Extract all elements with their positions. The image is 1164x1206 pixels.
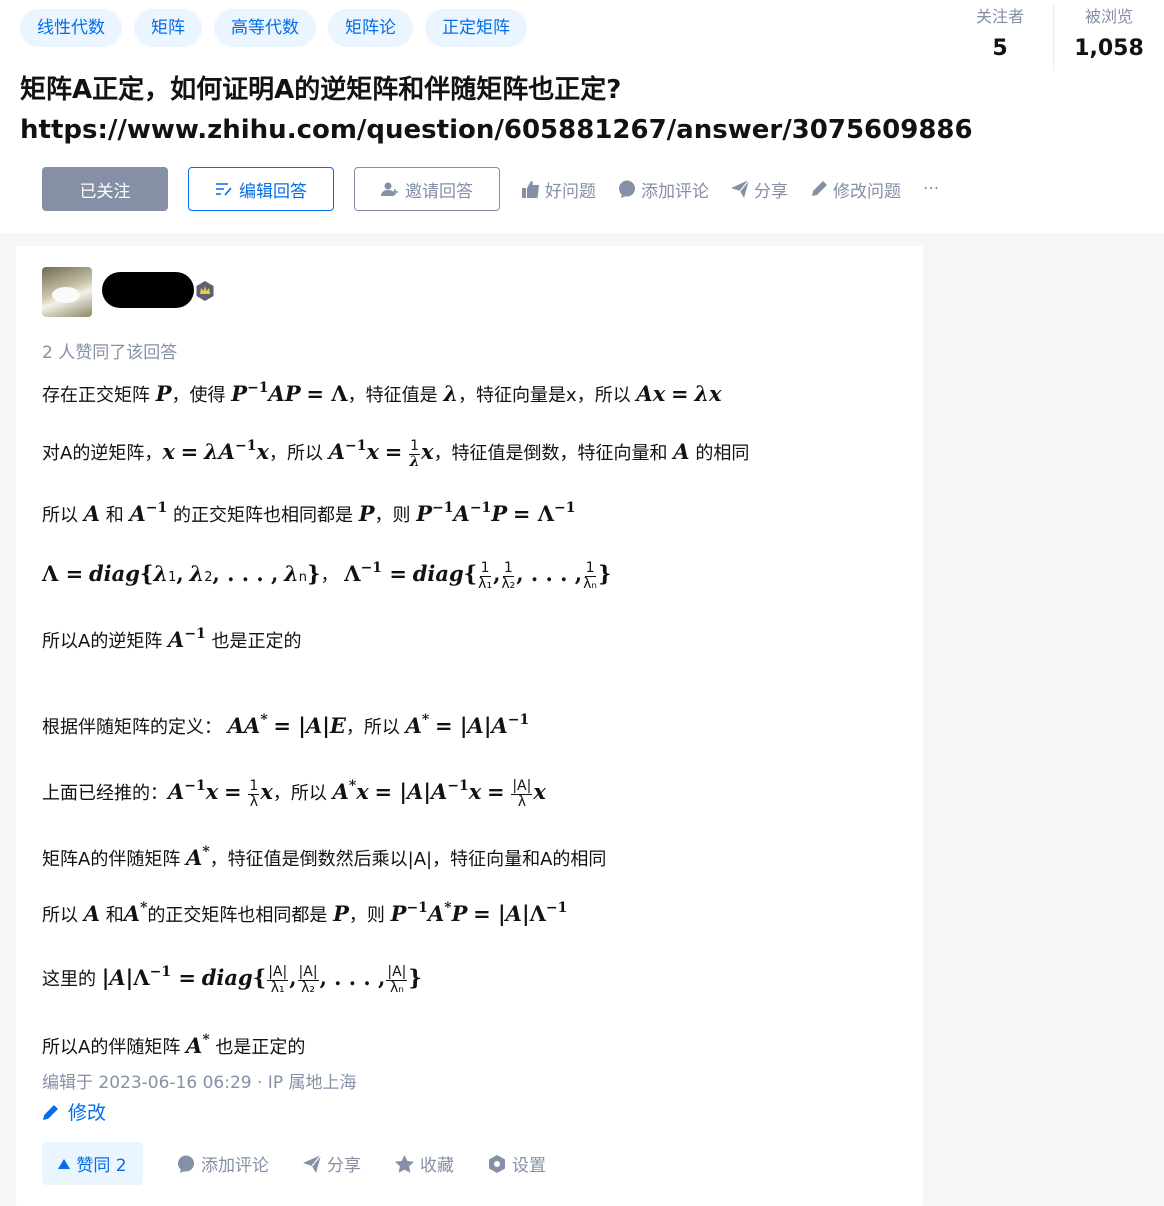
comment-icon [178, 1155, 194, 1173]
modify-answer-link[interactable]: 修改 [42, 1098, 106, 1125]
follow-button[interactable]: 已关注 [42, 167, 168, 211]
collect-button[interactable]: 收藏 [395, 1151, 454, 1176]
settings-label: 设置 [512, 1156, 546, 1176]
invite-user-icon [381, 182, 398, 196]
collect-label: 收藏 [420, 1156, 454, 1176]
modify-answer-label: 修改 [68, 1102, 107, 1124]
answer-paragraph: 这里的 |A|Λ−1 = diag{|A| λ₁, |A| λ₂, . . . , |A… [42, 963, 422, 996]
settings-button[interactable]: 设置 [488, 1151, 546, 1176]
stat-value: 5 [992, 36, 1008, 61]
answer-paragraph: 所以A的逆矩阵 A−1 也是正定的 [42, 626, 302, 652]
answer-share-label: 分享 [327, 1156, 361, 1176]
answer-paragraph: 存在正交矩阵 P，使得 P−1AP = Λ，特征值是 λ，特征向量是x，所以 A… [42, 380, 722, 406]
add-comment-label: 添加评论 [641, 181, 709, 202]
question-actions: 已关注 编辑回答 邀请回答 好问题 添加评论 分享 修改问题 ··· [42, 167, 939, 211]
modify-question-button[interactable]: 修改问题 [810, 177, 901, 202]
stat-label: 被浏览 [1084, 7, 1133, 26]
topic-tag[interactable]: 矩阵 [134, 9, 202, 47]
edit-answer-label: 编辑回答 [239, 181, 307, 202]
answer-footer-actions: 赞同 2 添加评论 分享 收藏 设置 [42, 1142, 546, 1185]
answer-paragraph: 根据伴随矩阵的定义： AA* = |A|E，所以 A* = |A|A−1 [42, 712, 530, 738]
stat-label: 关注者 [975, 7, 1024, 26]
topic-tag[interactable]: 正定矩阵 [425, 9, 527, 47]
author-name-redacted [102, 272, 194, 308]
edit-timestamp: 编辑于 2023-06-16 06:29 · IP 属地上海 [42, 1073, 357, 1093]
author-avatar[interactable] [42, 267, 92, 317]
stat-value: 1,058 [1074, 36, 1144, 61]
pencil-icon [43, 1104, 58, 1120]
triangle-up-icon [58, 1158, 71, 1169]
answer-card: 2 人赞同了该回答 存在正交矩阵 P，使得 P−1AP = Λ，特征值是 λ，特… [16, 246, 923, 1206]
modify-question-label: 修改问题 [833, 181, 901, 202]
answer-comment-button[interactable]: 添加评论 [177, 1151, 269, 1176]
answer-paragraph: 上面已经推的：A−1x = 1 λ x，所以 A*x = |A|A−1x = |A|… [42, 777, 546, 810]
answer-paragraph: Λ = diag{λ1, λ2, . . . , λn}， Λ−1 = diag… [42, 559, 612, 592]
answer-paragraph: 所以 A 和A*的正交矩阵也相同都是 P，则 P−1A*P = |A|Λ−1 [42, 900, 568, 926]
question-title-text: 矩阵A正定，如何证明A的逆矩阵和伴随矩阵也正定? [20, 75, 622, 105]
topic-tag[interactable]: 线性代数 [20, 9, 122, 47]
answer-paragraph: 矩阵A的伴随矩阵 A*，特征值是倒数然后乘以|A|，特征向量和A的相同 [42, 844, 607, 870]
share-label: 分享 [754, 181, 788, 202]
answer-paragraph: 对A的逆矩阵，x = λA−1x，所以 A−1x = 1 λ x，特征值是倒数，特征… [42, 437, 750, 470]
edit-answer-button[interactable]: 编辑回答 [188, 167, 334, 211]
pencil-icon [812, 181, 827, 196]
settings-hexagon-icon [489, 1154, 505, 1173]
star-icon [395, 1154, 414, 1173]
good-question-button[interactable]: 好问题 [522, 177, 596, 202]
more-options-button[interactable]: ··· [923, 179, 939, 199]
invite-answer-button[interactable]: 邀请回答 [354, 167, 500, 211]
thumbs-up-icon [522, 180, 539, 198]
answer-share-button[interactable]: 分享 [303, 1151, 361, 1176]
share-icon [303, 1154, 321, 1173]
share-icon [731, 180, 749, 198]
good-question-label: 好问题 [545, 181, 596, 202]
follow-button-label: 已关注 [79, 181, 131, 202]
more-options-icon: ··· [923, 179, 940, 199]
topic-tag[interactable]: 矩阵论 [328, 9, 413, 47]
views-stat: 被浏览 1,058 [1054, 4, 1164, 70]
topic-tag[interactable]: 高等代数 [214, 9, 316, 47]
answer-paragraph: 所以A的伴随矩阵 A* 也是正定的 [42, 1032, 306, 1058]
question-title-url: https://www.zhihu.com/question/605881267… [20, 115, 973, 145]
upvoters-count: 2 人赞同了该回答 [42, 343, 178, 363]
question-header: 线性代数 矩阵 高等代数 矩阵论 正定矩阵 关注者 5 被浏览 1,058 矩阵… [0, 0, 1164, 233]
share-button[interactable]: 分享 [731, 177, 788, 202]
invite-answer-label: 邀请回答 [405, 181, 473, 202]
question-title: 矩阵A正定，如何证明A的逆矩阵和伴随矩阵也正定? https://www.zhi… [20, 70, 1020, 150]
answer-paragraph: 所以 A 和 A−1 的正交矩阵也相同都是 P，则 P−1A−1P = Λ−1 [42, 500, 576, 526]
answer-comment-label: 添加评论 [201, 1156, 269, 1176]
crown-badge-icon [196, 281, 214, 301]
add-comment-button[interactable]: 添加评论 [618, 177, 709, 202]
followers-stat[interactable]: 关注者 5 [945, 4, 1055, 70]
upvote-button[interactable]: 赞同 2 [42, 1142, 143, 1185]
topic-tags: 线性代数 矩阵 高等代数 矩阵论 正定矩阵 [20, 9, 527, 47]
edit-list-icon [216, 183, 232, 196]
question-stats: 关注者 5 被浏览 1,058 [945, 4, 1164, 70]
upvote-label: 赞同 2 [76, 1156, 127, 1176]
comment-icon [619, 180, 635, 198]
